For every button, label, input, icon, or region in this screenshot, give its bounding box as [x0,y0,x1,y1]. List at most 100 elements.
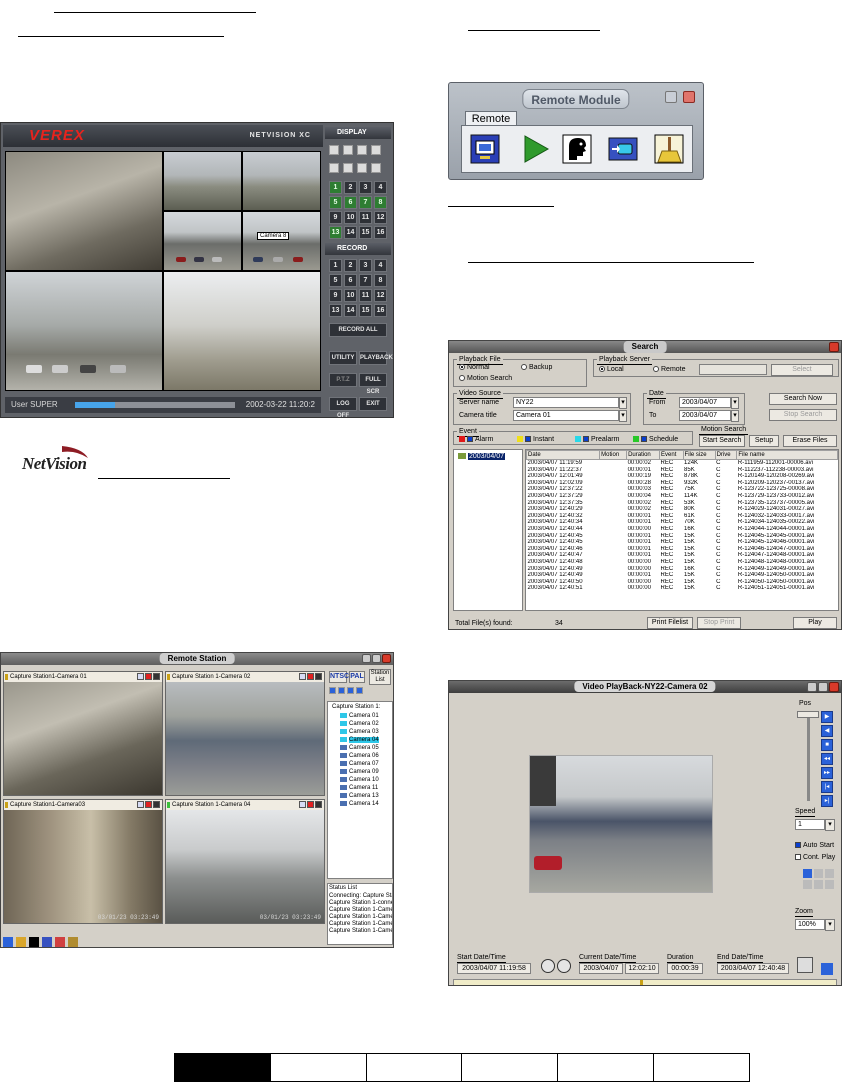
table-row[interactable]: 2003/04/07 12:40:45 00:00:01 REC 15K C R-1240… [527,533,838,540]
radio-local[interactable]: Local [599,365,624,374]
tree-camera-item[interactable]: Camera 09 [340,769,379,776]
print-filelist-button[interactable]: Print Filelist [647,617,693,629]
minimize-button[interactable] [362,654,371,663]
camera-view-6[interactable] [5,271,163,391]
tree-camera-item[interactable]: Camera 11 [340,785,378,792]
record-camera-button[interactable]: 3 [359,259,372,272]
camera-pane-3[interactable]: Capture Station1-Camera03 03/01/23 03:23… [3,799,163,924]
camera-pane-4[interactable]: Capture Station 1-Camera 04 03/01/23 03:… [165,799,325,924]
table-row[interactable]: 2003/04/07 12:40:47 00:00:01 REC 15K C R-1240… [527,552,838,559]
table-row[interactable]: 2003/04/07 12:40:46 00:00:01 REC 15K C R-1240… [527,546,838,553]
record-camera-button[interactable]: 1 [329,259,342,272]
record-camera-button[interactable]: 5 [329,274,342,287]
display-camera-button[interactable]: 11 [359,211,372,224]
close-button[interactable] [829,682,839,692]
display-camera-button[interactable]: 6 [344,196,357,209]
stop-print-button[interactable]: Stop Print [697,617,741,629]
remote-server-field[interactable] [699,364,767,375]
tree-camera-item[interactable]: Camera 04 [340,737,379,744]
camera-view-5[interactable]: Camera 8 [242,211,321,271]
ptz-button[interactable]: P.T.Z [329,373,357,387]
table-row[interactable]: 2003/04/07 12:40:34 00:00:01 REC 70K C R-1240… [527,519,838,526]
display-camera-button[interactable]: 15 [359,226,372,239]
monitor-icon[interactable] [470,134,500,164]
select-button[interactable]: Select [771,364,833,376]
column-header[interactable]: Date [526,450,601,460]
radio-motion-search[interactable]: Motion Search [459,374,512,383]
display-camera-button[interactable]: 14 [344,226,357,239]
column-header[interactable]: Duration [626,450,661,460]
event-schedule-checkbox[interactable]: Schedule [633,435,678,444]
record-camera-button[interactable]: 15 [359,304,372,317]
tree-camera-item[interactable]: Camera 03 [340,729,379,736]
server-name-field[interactable]: NY22 [513,397,619,408]
table-row[interactable]: 2003/04/07 12:40:49 00:00:01 REC 15K C R-1240… [527,572,838,579]
face-profile-icon[interactable] [29,937,39,947]
display-camera-button[interactable]: 4 [374,181,387,194]
layout-2x2-icon[interactable] [343,145,353,155]
record-camera-button[interactable]: 7 [359,274,372,287]
zoom-in-icon[interactable] [803,880,812,889]
record-camera-button[interactable]: 8 [374,274,387,287]
pane-stop-icon[interactable] [153,801,160,808]
zoom-spinner[interactable]: ▾ [825,919,835,931]
pal-button[interactable]: PAL [349,671,365,683]
pane-stop-icon[interactable] [315,801,322,808]
utility-button[interactable]: UTILITY [329,351,357,365]
display-camera-button[interactable]: 13 [329,226,342,239]
table-row[interactable]: 2003/04/07 12:40:51 00:00:00 REC 15K C R-1240… [527,585,838,592]
pane-record-icon[interactable] [145,801,152,808]
table-row[interactable]: 2003/04/07 12:40:32 00:00:01 REC 61K C R-1240… [527,513,838,520]
pane-stop-icon[interactable] [315,673,322,680]
date-from-spinner[interactable]: ▾ [731,397,739,409]
column-header[interactable]: Motion [599,450,628,460]
maximize-button[interactable] [372,654,381,663]
camera-view-3[interactable] [242,151,321,211]
tree-camera-item[interactable]: Camera 14 [340,801,379,808]
alarm-icon[interactable] [55,937,65,947]
save-icon[interactable] [825,869,834,878]
record-camera-button[interactable]: 13 [329,304,342,317]
table-row[interactable]: 2003/04/07 12:37:35 00:00:02 REC 53K C R-1237… [527,500,838,507]
pane-close-icon[interactable] [299,801,306,808]
record-all-button[interactable]: RECORD ALL [329,323,387,337]
camera-pane-1[interactable]: Capture Station1-Camera 01 [3,671,163,796]
play-forward-button[interactable]: ▶ [821,711,833,723]
step-back-button[interactable]: ◂◂ [821,753,833,765]
broom-icon[interactable] [654,134,684,164]
layout-1-icon[interactable] [329,687,336,694]
table-row[interactable]: 2003/04/07 12:40:48 00:00:00 REC 15K C R-1240… [527,559,838,566]
camera-title-spinner[interactable]: ▾ [619,410,627,422]
exit-button[interactable]: EXIT [359,397,387,411]
cont-play-checkbox[interactable]: Cont. Play [795,853,835,862]
close-button[interactable] [829,342,839,352]
display-camera-button[interactable]: 7 [359,196,372,209]
table-row[interactable]: 2003/04/07 12:37:29 00:00:04 REC 114K C R-123… [527,493,838,500]
display-camera-button[interactable]: 12 [374,211,387,224]
table-row[interactable]: 2003/04/07 11:19:59 00:00:02 REC 124K C R-111… [527,460,838,467]
record-camera-button[interactable]: 10 [344,289,357,302]
display-camera-button[interactable]: 1 [329,181,342,194]
camera-pane-2[interactable]: Capture Station 1-Camera 02 [165,671,325,796]
layout-4-icon[interactable] [356,687,363,694]
record-camera-button[interactable]: 2 [344,259,357,272]
go-start-button[interactable]: |◂ [821,781,833,793]
column-header[interactable]: File size [682,450,716,460]
speed-field[interactable]: 1 [795,819,825,830]
play-button[interactable]: Play [793,617,837,629]
camera-view-2[interactable] [163,151,242,211]
grid-view-icon[interactable] [821,963,833,975]
layout-1-7-icon[interactable] [343,163,353,173]
layout-3-icon[interactable] [347,687,354,694]
info-button[interactable] [557,959,571,973]
display-camera-button[interactable]: 10 [344,211,357,224]
column-header[interactable]: Event [659,450,684,460]
pane-record-icon[interactable] [307,801,314,808]
table-row[interactable]: 2003/04/07 12:40:29 00:00:02 REC 80K C R-1240… [527,506,838,513]
search-now-button[interactable]: Search Now [769,393,837,405]
timeline-scrollbar[interactable] [453,979,837,985]
pane-close-icon[interactable] [137,801,144,808]
pane-close-icon[interactable] [137,673,144,680]
tree-camera-item[interactable]: Camera 01 [340,713,379,720]
display-camera-button[interactable]: 3 [359,181,372,194]
